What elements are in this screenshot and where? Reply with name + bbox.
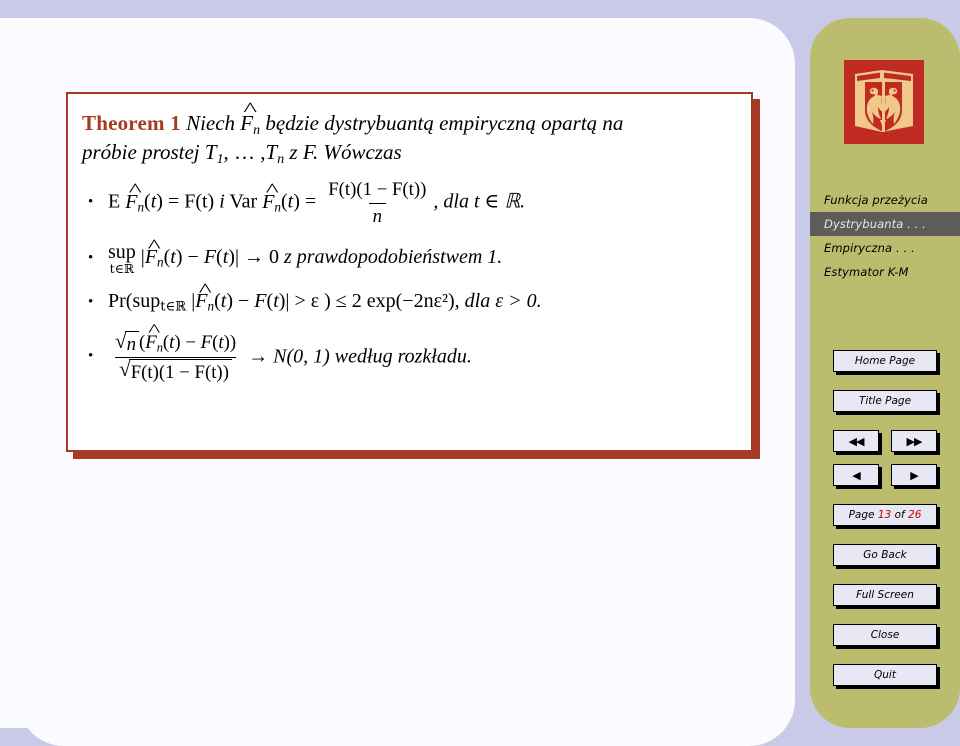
wroclaw-university-eagle-logo — [844, 60, 924, 144]
limit-zero: 0 — [268, 246, 279, 269]
bullet-tail: , dla t ∈ ℝ. — [433, 190, 526, 213]
hat-accent: ^ — [128, 180, 142, 202]
equals-F-of-t: = F(t) — [167, 190, 215, 213]
bullet-clt: √n(^Fn(t) − F(t)) √F(t)(1 − F(t)) → N(0,… — [82, 320, 737, 385]
theorem-bullet-list: E ^Fn(t) = F(t) i Var ^Fn(t) = F(t)(1 − … — [82, 178, 737, 384]
nav-link-estymator-km[interactable]: Estymator K-M — [810, 260, 960, 284]
equals-sign: = — [304, 190, 317, 213]
fast-forward-button[interactable]: ▶▶ — [891, 430, 937, 452]
theorem-content: Theorem 1 Niech ^ Fn będzie dystrybuantą … — [68, 94, 751, 408]
sup-symbol: sup — [132, 290, 161, 313]
expectation-operator: E — [108, 190, 121, 213]
bullet-dkw-inequality: Pr(supt∈ℝ |^Fn(t) − F(t)| > ε ) ≤ 2 exp(… — [82, 279, 737, 316]
supremum-operator: sup t∈ℝ — [108, 242, 136, 275]
f-hat-n-symbol: ^ Fn — [262, 180, 281, 215]
fraction-numerator: √n(^Fn(t) − F(t)) — [111, 320, 240, 357]
theorem-label: Theorem 1 — [82, 111, 181, 135]
theorem-text-z: z — [289, 140, 298, 165]
bullet-tail: według rozkładu. — [334, 345, 472, 368]
variance-fraction: F(t)(1 − F(t)) n — [324, 178, 430, 228]
fraction-denominator: √ F(t)(1 − F(t)) — [115, 356, 236, 384]
fraction-denominator: n — [368, 202, 386, 228]
go-back-button[interactable]: Go Back — [833, 544, 937, 566]
theorem-statement: Theorem 1 Niech ^ Fn będzie dystrybuantą … — [82, 98, 624, 167]
total-page-number: 26 — [908, 509, 922, 521]
sample-Tn: T — [265, 140, 278, 165]
nav-link-empiryczna[interactable]: Empiryczna . . . — [810, 236, 960, 260]
title-page-button[interactable]: Title Page — [833, 390, 937, 412]
slide-panel: Theorem 1 Niech ^ Fn będzie dystrybuantą … — [0, 18, 795, 746]
variance-operator: Var — [229, 190, 258, 213]
navigation-panel: Funkcja przeżycia Dystrybuanta . . . Emp… — [810, 18, 960, 728]
hat-accent: ^ — [147, 235, 161, 257]
step-navigation-row: ◀ ▶ — [810, 464, 960, 486]
page-indicator-button[interactable]: Page 13 of 26 — [833, 504, 937, 526]
fast-back-button[interactable]: ◀◀ — [833, 430, 879, 452]
page-of-label: of — [894, 509, 905, 521]
hat-accent: ^ — [198, 279, 212, 301]
less-equal-sign: ≤ — [335, 290, 347, 313]
nav-link-list: Funkcja przeżycia Dystrybuanta . . . Emp… — [810, 188, 960, 284]
ellipsis: , … , — [223, 140, 266, 165]
arrow-to: → — [248, 345, 269, 368]
previous-page-button[interactable]: ◀ — [833, 464, 879, 486]
sample-T1: T — [204, 140, 217, 165]
theorem-text-wowczas: Wówczas — [323, 140, 402, 165]
hat-accent: ^ — [265, 180, 279, 202]
f-hat-n-symbol: ^ Fn — [240, 98, 261, 137]
nav-link-funkcja-przezycia[interactable]: Funkcja przeżycia — [810, 188, 960, 212]
theorem-text-probie: próbie prostej — [82, 140, 200, 165]
bullet-sup-convergence: sup t∈ℝ |^Fn(t) − F(t)| → 0 z prawdopodo… — [82, 235, 737, 275]
f-hat-n-symbol: ^ Fn — [195, 279, 215, 314]
sup-index: t∈ℝ — [109, 260, 135, 276]
f-hat-n-symbol: ^ Fn — [125, 180, 145, 215]
theorem-text-niech: Niech — [186, 111, 236, 135]
sup-index: t∈ℝ — [160, 300, 187, 315]
greater-than-epsilon: > ε ) — [294, 290, 331, 313]
numerator-body: (^ Fn(t) − F(t)) — [138, 320, 237, 355]
conjunction-i: i — [219, 190, 225, 213]
bullet-tail: , dla ε > 0. — [454, 290, 542, 313]
theorem-text-bedzie: będzie dystrybuantą empiryczną opartą na — [265, 111, 624, 135]
bullet-tail: z prawdopodobieństwem 1. — [283, 246, 503, 269]
f-hat-n-symbol: ^ Fn — [144, 235, 164, 271]
next-page-button[interactable]: ▶ — [891, 464, 937, 486]
arrow-to: → — [243, 246, 264, 269]
page-prefix-label: Page — [848, 509, 875, 521]
navigation-button-area: Home Page Title Page ◀◀ ▶▶ ◀ ▶ Page 13 o… — [810, 350, 960, 704]
home-page-button[interactable]: Home Page — [833, 350, 937, 372]
theorem-text-F: F. — [302, 140, 319, 165]
theorem-box: Theorem 1 Niech ^ Fn będzie dystrybuantą … — [66, 92, 753, 452]
quit-button[interactable]: Quit — [833, 664, 937, 686]
abs-close: | — [234, 246, 239, 269]
normal-distribution: N(0, 1) — [273, 345, 330, 368]
fast-navigation-row: ◀◀ ▶▶ — [810, 430, 960, 452]
bullet-expectation-variance: E ^Fn(t) = F(t) i Var ^Fn(t) = F(t)(1 − … — [82, 178, 737, 228]
sqrt-variance: √ F(t)(1 − F(t)) — [119, 358, 232, 384]
clt-fraction: √n(^Fn(t) − F(t)) √F(t)(1 − F(t)) — [111, 320, 240, 385]
probability-open: Pr( — [108, 290, 133, 313]
abs-close: | — [285, 290, 290, 313]
sqrt-n: √n — [115, 330, 139, 356]
nav-link-dystrybuanta[interactable]: Dystrybuanta . . . — [810, 212, 960, 236]
current-page-number: 13 — [877, 509, 892, 521]
close-button[interactable]: Close — [833, 624, 937, 646]
hat-accent: ^ — [243, 98, 258, 121]
full-screen-button[interactable]: Full Screen — [833, 584, 937, 606]
sup-symbol: sup — [108, 241, 136, 264]
exponential-bound: 2 exp(−2nε²) — [351, 290, 455, 313]
fraction-numerator: F(t)(1 − F(t)) — [328, 179, 427, 201]
